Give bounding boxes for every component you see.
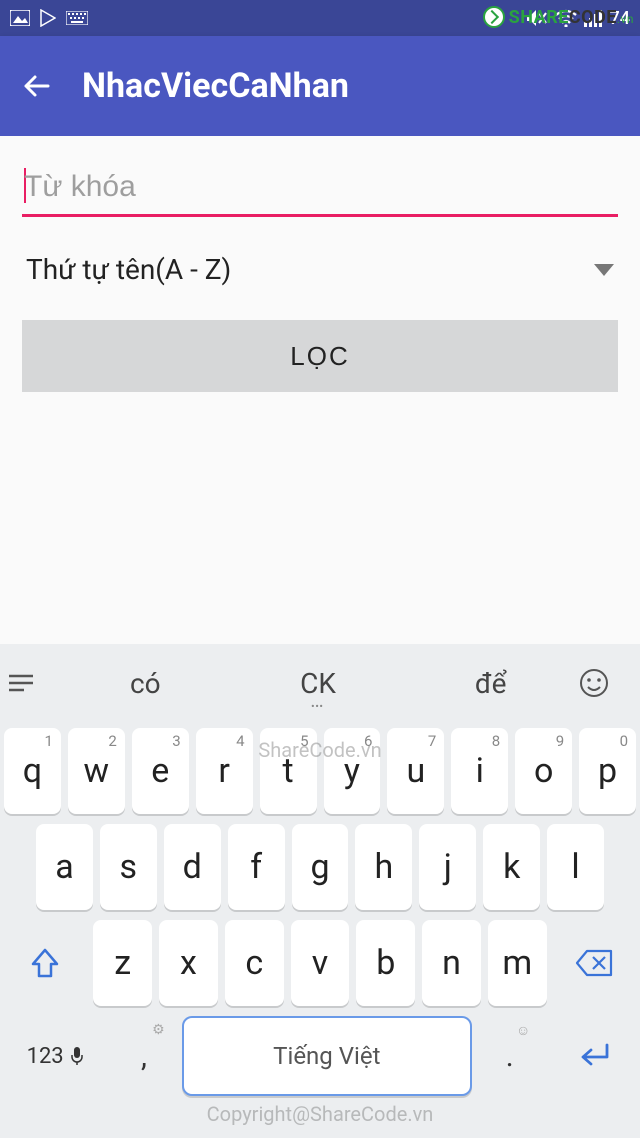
suggestion-1[interactable]: có [60,667,231,700]
keyboard-indicator-icon [66,11,88,25]
key-e[interactable]: e3 [132,728,189,814]
key-z[interactable]: z [93,920,152,1006]
key-v[interactable]: v [291,920,350,1006]
sort-selected-label: Thứ tự tên(A - Z) [26,253,231,286]
keyboard-row-3: zxcvbnm [4,920,636,1006]
play-store-icon [40,9,56,27]
key-i[interactable]: i8 [451,728,508,814]
key-l[interactable]: l [547,824,604,910]
key-h[interactable]: h [355,824,412,910]
content-area: Thứ tự tên(A - Z) LỌC [0,136,640,420]
key-a[interactable]: a [36,824,93,910]
key-j[interactable]: j [419,824,476,910]
space-key[interactable]: Tiếng Việt [182,1016,472,1096]
key-p[interactable]: p0 [579,728,636,814]
numeric-key[interactable]: 123 [4,1016,106,1096]
brand-code: CODE [569,7,617,28]
key-s[interactable]: s [100,824,157,910]
clipboard-icon[interactable] [6,671,58,695]
key-n[interactable]: n [422,920,481,1006]
key-c[interactable]: c [225,920,284,1006]
key-b[interactable]: b [356,920,415,1006]
comma-key[interactable]: , ⚙ [113,1016,174,1096]
search-field-wrap [22,164,618,217]
filter-button[interactable]: LỌC [22,320,618,392]
key-d[interactable]: d [164,824,221,910]
emoji-button[interactable] [578,667,634,699]
backspace-key[interactable] [554,920,636,1006]
key-g[interactable]: g [292,824,349,910]
suggestion-3[interactable]: để [405,667,576,700]
numeric-label: 123 [27,1044,64,1069]
key-y[interactable]: y6 [324,728,381,814]
app-bar: NhacViecCaNhan [0,36,640,136]
chevron-down-icon [594,264,614,276]
gear-icon: ⚙ [152,1022,165,1038]
period-key[interactable]: . ☺ [479,1016,540,1096]
search-input[interactable] [22,164,618,217]
mic-icon [70,1046,84,1066]
suggestion-bar: có CK để [0,644,640,722]
keyboard-row-2: asdfghjkl [4,824,636,910]
keyboard-row-4: 123 , ⚙ Tiếng Việt . ☺ [4,1016,636,1096]
brand-logo-icon [483,6,505,28]
back-button[interactable] [20,69,54,103]
emoji-small-icon: ☺ [516,1022,530,1039]
key-u[interactable]: u7 [387,728,444,814]
key-x[interactable]: x [159,920,218,1006]
key-r[interactable]: r4 [196,728,253,814]
key-m[interactable]: m [488,920,547,1006]
watermark-brand: SHARECODE.vn [483,6,634,28]
key-k[interactable]: k [483,824,540,910]
key-t[interactable]: t5 [260,728,317,814]
app-title: NhacViecCaNhan [82,66,349,106]
sort-dropdown[interactable]: Thứ tự tên(A - Z) [22,243,618,306]
key-q[interactable]: q1 [4,728,61,814]
enter-key[interactable] [547,1016,636,1096]
key-o[interactable]: o9 [515,728,572,814]
keyboard-row-1: q1w2e3r4t5y6u7i8o9p0 [4,728,636,814]
key-f[interactable]: f [228,824,285,910]
brand-share: SHARE [509,7,569,28]
image-icon [10,10,30,26]
shift-key[interactable] [4,920,86,1006]
brand-tld: .vn [617,12,634,26]
soft-keyboard: có CK để q1w2e3r4t5y6u7i8o9p0 asdfghjkl … [0,644,640,1138]
key-w[interactable]: w2 [68,728,125,814]
suggestion-2[interactable]: CK [233,667,404,700]
